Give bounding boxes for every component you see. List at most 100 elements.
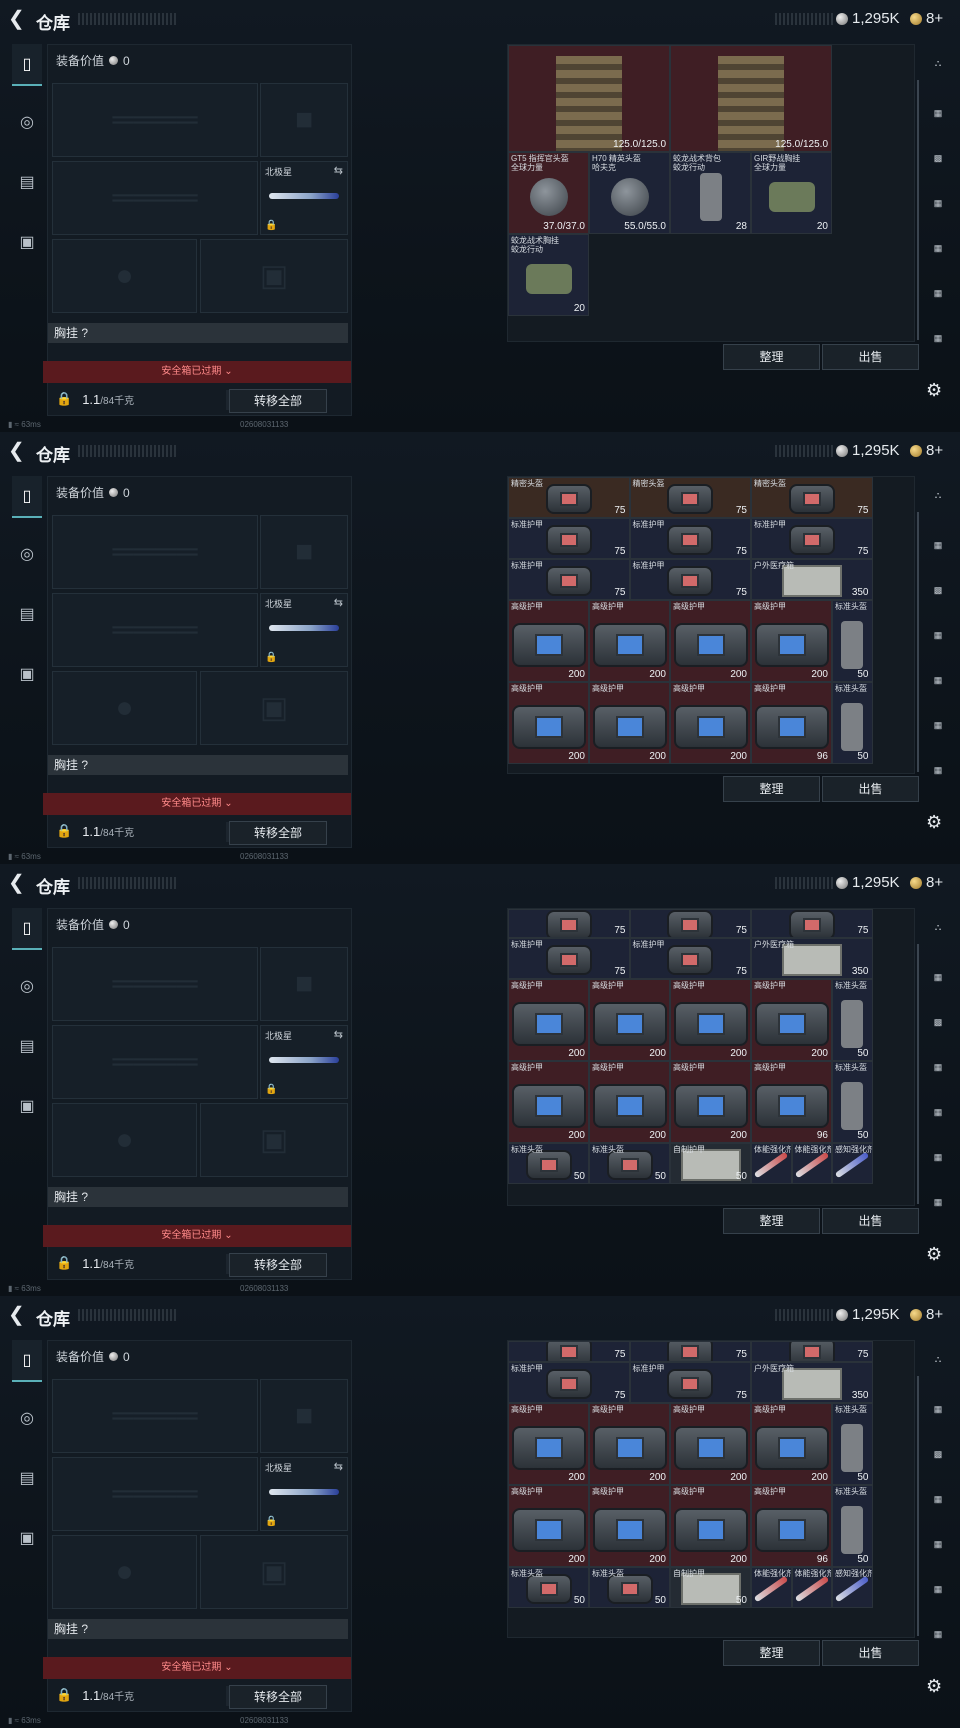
stash-item[interactable]: 自制护甲 50 <box>670 1566 751 1608</box>
swap-icon[interactable]: ⇆ <box>334 596 343 609</box>
tab-box-1[interactable]: ▦ <box>924 1396 952 1422</box>
tab-containers[interactable]: ▣ <box>12 654 42 694</box>
secondary-weapon-slot[interactable]: ════ <box>52 1025 258 1099</box>
gear-icon[interactable]: ⚙ <box>926 1676 942 1697</box>
melee-slot[interactable]: 北极星 ⇆ 🔒 <box>260 593 348 667</box>
stash-item[interactable]: H70 精英头盔 哈夫克 55.0/55.0 <box>589 151 670 234</box>
stash-item[interactable]: 高级护甲 200 <box>589 978 670 1061</box>
pistol-slot[interactable]: ■ <box>260 83 348 157</box>
gear-icon[interactable]: ⚙ <box>926 1244 942 1265</box>
stash-item[interactable]: 高级护甲 200 <box>670 600 751 682</box>
back-arrow-icon[interactable]: ❮ <box>8 1304 30 1326</box>
stash-item[interactable]: 标准护甲 75 <box>508 1361 630 1403</box>
stash-item[interactable]: 75 <box>508 909 630 938</box>
chest-rig-row[interactable]: 胸挂 ? <box>48 323 348 343</box>
tab-box-5[interactable]: ▦ <box>924 1576 952 1602</box>
transfer-all-button[interactable]: 转移全部 <box>229 1253 327 1277</box>
helmet-slot[interactable]: ● <box>52 239 197 313</box>
tab-weapons[interactable]: ▯ <box>12 908 42 950</box>
stash-scrollbar[interactable] <box>917 512 919 772</box>
stash-item[interactable]: 体能强化剂 <box>791 1566 832 1608</box>
helmet-slot[interactable]: ● <box>52 1535 197 1609</box>
stash-item[interactable]: 75 <box>629 909 751 938</box>
tab-stash-all[interactable]: ⛬ <box>924 914 952 940</box>
secondary-weapon-slot[interactable]: ════ <box>52 161 258 235</box>
stash-scrollbar[interactable] <box>917 1376 919 1636</box>
stash-item[interactable]: 高级护甲 96 <box>751 682 832 764</box>
stash-item[interactable]: 高级护甲 200 <box>589 682 670 764</box>
sort-button[interactable]: 整理 <box>723 1208 820 1234</box>
armor-slot[interactable]: ▣ <box>200 1535 348 1609</box>
stash-item[interactable]: 75 <box>508 1341 630 1362</box>
stash-item[interactable]: 标准护甲 75 <box>751 518 873 559</box>
tab-consumables[interactable]: ▤ <box>12 594 42 634</box>
stash-item[interactable]: 高级护甲 200 <box>670 1060 751 1143</box>
tab-box-5[interactable]: ▦ <box>924 280 952 306</box>
tab-stash-all[interactable]: ⛬ <box>924 482 952 508</box>
tab-weapons[interactable]: ▯ <box>12 44 42 86</box>
tab-box-4[interactable]: ▦ <box>924 1531 952 1557</box>
pistol-slot[interactable]: ■ <box>260 515 348 589</box>
tab-box-2[interactable]: ▩ <box>924 1441 952 1467</box>
tab-armor[interactable]: ◎ <box>12 534 42 574</box>
stash-item[interactable]: 体能强化剂 <box>751 1142 792 1184</box>
stash-scrollbar[interactable] <box>917 944 919 1204</box>
secondary-weapon-slot[interactable]: ════ <box>52 1457 258 1531</box>
tab-box-3[interactable]: ▦ <box>924 622 952 648</box>
stash-item[interactable]: 高级护甲 200 <box>589 1060 670 1143</box>
stash-item[interactable]: 高级护甲 200 <box>508 682 589 764</box>
stash-item[interactable]: 高级护甲 200 <box>751 600 832 682</box>
tab-box-2[interactable]: ▩ <box>924 145 952 171</box>
helmet-slot[interactable]: ● <box>52 1103 197 1177</box>
safebox-expired-bar[interactable]: 安全箱已过期 ⌄ <box>43 1225 351 1247</box>
sell-button[interactable]: 出售 <box>822 1208 919 1234</box>
tab-consumables[interactable]: ▤ <box>12 1458 42 1498</box>
transfer-all-button[interactable]: 转移全部 <box>229 821 327 845</box>
tab-armor[interactable]: ◎ <box>12 102 42 142</box>
stash-item[interactable]: 高级护甲 200 <box>670 978 751 1061</box>
tab-containers[interactable]: ▣ <box>12 1086 42 1126</box>
stash-item[interactable]: 高级护甲 200 <box>589 600 670 682</box>
safebox-expired-bar[interactable]: 安全箱已过期 ⌄ <box>43 793 351 815</box>
tab-consumables[interactable]: ▤ <box>12 1026 42 1066</box>
swap-icon[interactable]: ⇆ <box>334 1460 343 1473</box>
sort-button[interactable]: 整理 <box>723 1640 820 1666</box>
melee-slot[interactable]: 北极星 ⇆ 🔒 <box>260 161 348 235</box>
tab-weapons[interactable]: ▯ <box>12 1340 42 1382</box>
primary-weapon-slot[interactable]: ════ <box>52 1379 258 1453</box>
back-arrow-icon[interactable]: ❮ <box>8 440 30 462</box>
stash-item[interactable]: 标准护甲 75 <box>508 937 630 979</box>
tab-box-2[interactable]: ▩ <box>924 577 952 603</box>
safebox-expired-bar[interactable]: 安全箱已过期 ⌄ <box>43 361 351 383</box>
stash-item[interactable]: 高级护甲 200 <box>508 978 589 1061</box>
help-icon[interactable]: ? <box>81 1190 88 1204</box>
stash-item[interactable]: 75 <box>629 1341 751 1362</box>
tab-box-3[interactable]: ▦ <box>924 1054 952 1080</box>
gear-icon[interactable]: ⚙ <box>926 380 942 401</box>
tab-containers[interactable]: ▣ <box>12 222 42 262</box>
stash-item[interactable]: 高级护甲 96 <box>751 1060 832 1143</box>
armor-slot[interactable]: ▣ <box>200 239 348 313</box>
tab-armor[interactable]: ◎ <box>12 966 42 1006</box>
sort-button[interactable]: 整理 <box>723 344 820 370</box>
tab-box-1[interactable]: ▦ <box>924 964 952 990</box>
stash-item[interactable]: 精密头盔 75 <box>629 477 751 518</box>
tab-consumables[interactable]: ▤ <box>12 162 42 202</box>
helmet-slot[interactable]: ● <box>52 671 197 745</box>
tab-box-3[interactable]: ▦ <box>924 1486 952 1512</box>
tab-box-4[interactable]: ▦ <box>924 235 952 261</box>
stash-item[interactable]: 体能强化剂 <box>791 1142 832 1184</box>
sell-button[interactable]: 出售 <box>822 776 919 802</box>
sell-button[interactable]: 出售 <box>822 1640 919 1666</box>
tab-stash-all[interactable]: ⛬ <box>924 50 952 76</box>
back-arrow-icon[interactable]: ❮ <box>8 8 30 30</box>
stash-item[interactable]: 精密头盔 75 <box>508 477 630 518</box>
stash-item[interactable]: GIR野战胸挂 全球力量 20 <box>751 151 832 234</box>
stash-item[interactable]: 高级护甲 200 <box>508 600 589 682</box>
stash-item[interactable]: 蛟龙战术胸挂 蛟龙行动 20 <box>508 233 589 316</box>
stash-item[interactable]: 感知强化剂 <box>832 1566 873 1608</box>
stash-item[interactable]: 高级护甲 200 <box>751 1402 832 1485</box>
stash-item[interactable]: 75 <box>751 909 873 938</box>
stash-item[interactable]: 标准头盔 50 <box>832 978 873 1061</box>
stash-item[interactable]: 体能强化剂 <box>751 1566 792 1608</box>
